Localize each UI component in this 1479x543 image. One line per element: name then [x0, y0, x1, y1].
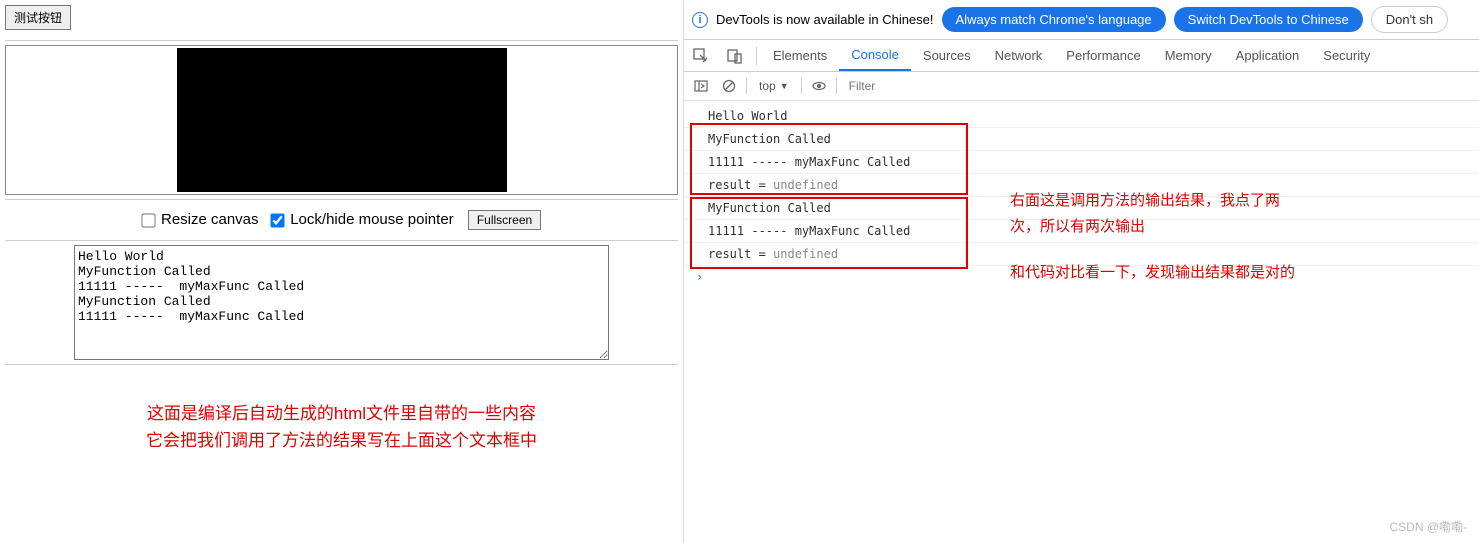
divider	[5, 199, 678, 200]
tab-application[interactable]: Application	[1224, 41, 1312, 70]
annot-text: 右面这是调用方法的输出结果，我点了两	[1010, 188, 1280, 214]
separator	[746, 78, 747, 94]
page-left-panel: 测试按钮 Resize canvas Lock/hide mouse point…	[0, 0, 684, 543]
log-line: 11111 ----- myMaxFunc Called	[684, 151, 1479, 174]
fullscreen-button[interactable]: Fullscreen	[468, 210, 541, 230]
live-expression-icon[interactable]	[808, 75, 830, 97]
tab-console[interactable]: Console	[839, 40, 911, 71]
console-output: Hello World MyFunction Called 11111 ----…	[684, 101, 1479, 543]
tab-memory[interactable]: Memory	[1153, 41, 1224, 70]
tab-performance[interactable]: Performance	[1054, 41, 1152, 70]
test-button[interactable]: 测试按钮	[5, 5, 71, 30]
separator	[836, 78, 837, 94]
always-match-button[interactable]: Always match Chrome's language	[942, 7, 1166, 32]
left-annotation-line2: 它会把我们调用了方法的结果写在上面这个文本框中	[5, 427, 678, 454]
devtools-panel: i DevTools is now available in Chinese! …	[684, 0, 1479, 543]
log-line: Hello World	[684, 105, 1479, 128]
canvas-container	[5, 45, 678, 195]
tab-elements[interactable]: Elements	[761, 41, 839, 70]
output-textarea[interactable]	[74, 245, 609, 360]
inspect-icon[interactable]	[684, 41, 718, 71]
watermark: CSDN @嘞嘞-	[1389, 518, 1467, 535]
devtools-tabs: Elements Console Sources Network Perform…	[684, 40, 1479, 72]
left-annotation-line1: 这面是编译后自动生成的html文件里自带的一些内容	[5, 400, 678, 427]
tab-security[interactable]: Security	[1311, 41, 1382, 70]
language-notice-bar: i DevTools is now available in Chinese! …	[684, 0, 1479, 40]
chevron-down-icon: ▼	[780, 81, 789, 91]
annot-text: 次，所以有两次输出	[1010, 214, 1280, 240]
divider	[5, 240, 678, 241]
context-selector[interactable]: top ▼	[753, 79, 795, 93]
tab-sources[interactable]: Sources	[911, 41, 983, 70]
divider	[5, 364, 678, 365]
separator	[801, 78, 802, 94]
context-label: top	[759, 79, 776, 93]
info-icon: i	[692, 12, 708, 28]
clear-console-icon[interactable]	[718, 75, 740, 97]
device-toggle-icon[interactable]	[718, 41, 752, 71]
notice-text: DevTools is now available in Chinese!	[716, 12, 934, 27]
filter-input[interactable]	[843, 76, 1473, 96]
canvas-controls: Resize canvas Lock/hide mouse pointer Fu…	[5, 204, 678, 236]
canvas-element[interactable]	[177, 48, 507, 192]
tab-network[interactable]: Network	[983, 41, 1055, 70]
log-line: MyFunction Called	[684, 128, 1479, 151]
lock-pointer-label[interactable]: Lock/hide mouse pointer	[271, 211, 458, 228]
left-annotation: 这面是编译后自动生成的html文件里自带的一些内容 它会把我们调用了方法的结果写…	[5, 400, 678, 454]
separator	[756, 47, 757, 65]
lock-pointer-checkbox[interactable]	[270, 213, 284, 227]
right-annotation-1: 右面这是调用方法的输出结果，我点了两 次，所以有两次输出	[1010, 188, 1280, 239]
annot-text: 和代码对比看一下，发现输出结果都是对的	[1010, 260, 1295, 286]
resize-canvas-checkbox[interactable]	[141, 213, 155, 227]
right-annotation-2: 和代码对比看一下，发现输出结果都是对的	[1010, 260, 1295, 286]
resize-canvas-label[interactable]: Resize canvas	[142, 211, 263, 228]
dont-show-button[interactable]: Don't sh	[1371, 6, 1448, 33]
switch-chinese-button[interactable]: Switch DevTools to Chinese	[1174, 7, 1363, 32]
sidebar-toggle-icon[interactable]	[690, 75, 712, 97]
lock-pointer-text: Lock/hide mouse pointer	[290, 211, 453, 228]
resize-canvas-text: Resize canvas	[161, 211, 259, 228]
divider	[5, 40, 678, 41]
console-toolbar: top ▼	[684, 72, 1479, 101]
